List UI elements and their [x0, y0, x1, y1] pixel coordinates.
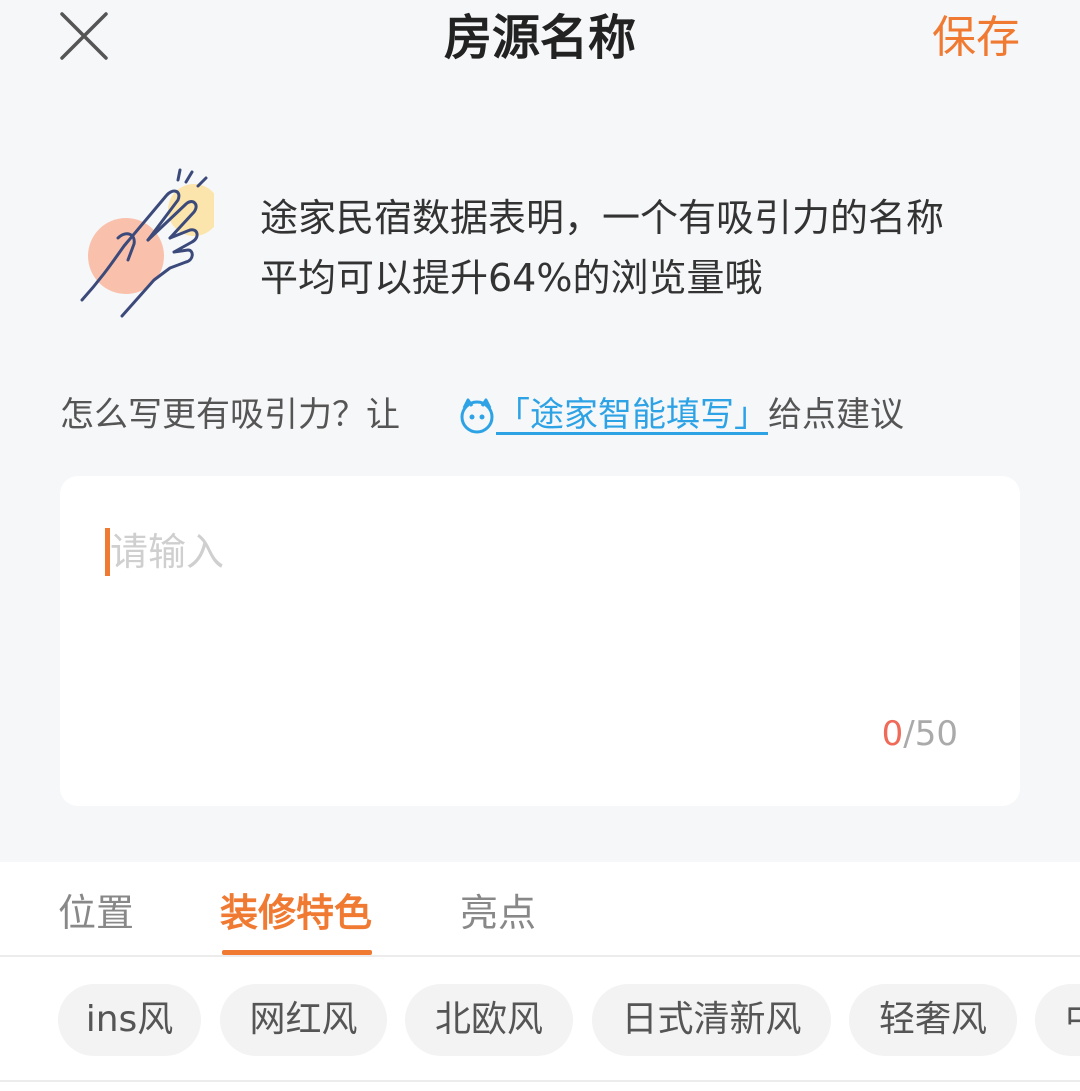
save-button[interactable]: 保存: [932, 6, 1020, 70]
hint-prefix: 怎么写更有吸引力？让: [60, 395, 400, 435]
page: 房源名称 保存 途家民宿数据表明，一个有吸引力的名称 平均可以提升64%的浏览量…: [0, 0, 1080, 1091]
chip-japanese-fresh[interactable]: 日式清新风: [592, 984, 831, 1056]
chip-light-luxury[interactable]: 轻奢风: [849, 984, 1017, 1056]
header: 房源名称 保存: [0, 0, 1080, 80]
style-chips: ins风 网红风 北欧风 日式清新风 轻奢风 中: [0, 984, 1080, 1056]
tab-highlights[interactable]: 亮点: [460, 888, 536, 938]
robot-assistant-icon[interactable]: [458, 396, 496, 434]
hint-suffix: 给点建议: [768, 395, 904, 435]
tab-location[interactable]: 位置: [58, 888, 134, 938]
char-counter: 0/50: [882, 712, 958, 756]
tab-decor-style[interactable]: 装修特色: [220, 888, 372, 938]
tip-line-1: 途家民宿数据表明，一个有吸引力的名称: [260, 196, 945, 240]
name-input-placeholder[interactable]: 请输入: [110, 524, 224, 580]
divider: [0, 1080, 1080, 1082]
suggestion-sheet: 位置 装修特色 亮点 ins风 网红风 北欧风 日式清新风 轻奢风 中: [0, 862, 1080, 1091]
hand-snap-illustration: [80, 168, 214, 318]
chip-wanghong[interactable]: 网红风: [220, 984, 387, 1056]
chip-ins[interactable]: ins风: [58, 984, 201, 1056]
tip-text: 途家民宿数据表明，一个有吸引力的名称 平均可以提升64%的浏览量哦: [260, 188, 1040, 308]
chip-chinese[interactable]: 中: [1035, 984, 1080, 1056]
suggestion-tabs: 位置 装修特色 亮点: [0, 862, 1080, 957]
page-title: 房源名称: [443, 10, 636, 66]
smart-fill-hint: 怎么写更有吸引力？让 「途家智能填写」 给点建议: [60, 385, 904, 445]
tip-block: 途家民宿数据表明，一个有吸引力的名称 平均可以提升64%的浏览量哦: [60, 168, 1040, 328]
smart-fill-link[interactable]: 「途家智能填写」: [496, 385, 768, 445]
name-input-card[interactable]: 请输入 0/50: [60, 476, 1020, 806]
tip-line-2: 平均可以提升64%的浏览量哦: [260, 256, 763, 300]
chip-nordic[interactable]: 北欧风: [405, 984, 573, 1056]
active-tab-indicator: [222, 950, 372, 955]
char-count-current: 0: [881, 714, 904, 754]
char-count-max: /50: [903, 714, 958, 754]
